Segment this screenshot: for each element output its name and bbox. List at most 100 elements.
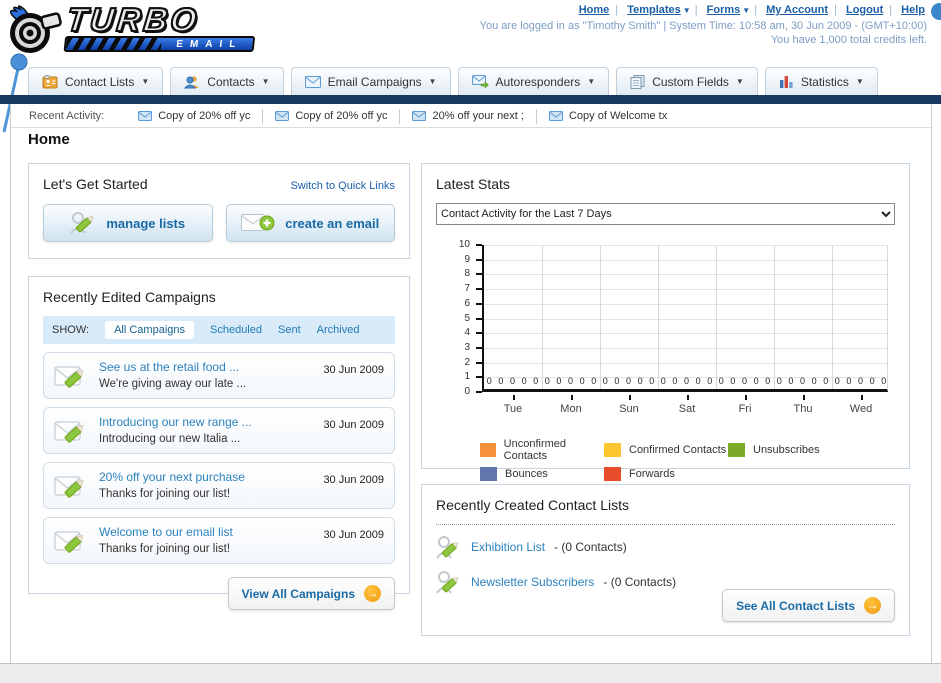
campaign-title[interactable]: Introducing our new range ... [99, 415, 252, 429]
zero-value-label: 0 [614, 376, 620, 386]
create-email-button[interactable]: create an email [225, 204, 395, 242]
zero-value-label: 0 [823, 376, 829, 386]
zero-value-label: 0 [672, 376, 678, 386]
zero-value-label: 0 [486, 376, 492, 386]
dotted-divider [436, 524, 895, 525]
zero-value-label: 0 [846, 376, 852, 386]
y-axis-tick [476, 361, 482, 364]
campaign-row[interactable]: Introducing our new range ... Introducin… [43, 407, 395, 454]
logo-stripes [65, 38, 163, 50]
manage-lists-button[interactable]: manage lists [43, 204, 213, 242]
contact-list-name[interactable]: Newsletter Subscribers [471, 575, 594, 589]
gridline [484, 347, 887, 349]
chart-plot-area: 00000000000000000000000000000000000 [482, 245, 888, 392]
legend-swatch [480, 467, 497, 481]
legend-item: Confirmed Contacts [604, 438, 728, 462]
contact-lists-panel: Recently Created Contact Lists Exhibitio… [421, 484, 910, 636]
gridline [484, 289, 887, 291]
tab-custom-fields[interactable]: Custom Fields ▼ [616, 67, 758, 95]
tab-contact-lists[interactable]: Contact Lists ▼ [28, 67, 164, 95]
switch-quick-links[interactable]: Switch to Quick Links [290, 180, 395, 192]
legend-label: Unsubscribes [753, 444, 820, 456]
recent-activity-item[interactable]: 20% off your next ; [400, 108, 537, 124]
contact-lists-title: Recently Created Contact Lists [436, 497, 629, 513]
filter-scheduled[interactable]: Scheduled [210, 324, 262, 336]
tab-email-campaigns[interactable]: Email Campaigns ▼ [290, 67, 451, 95]
campaign-row[interactable]: See us at the retail food ... We're givi… [43, 352, 395, 399]
filter-all-campaigns[interactable]: All Campaigns [105, 321, 194, 339]
stats-report-select[interactable]: Contact Activity for the Last 7 Days [436, 203, 895, 225]
y-axis-tick [476, 288, 482, 291]
y-axis-tick-label: 9 [464, 253, 470, 265]
tab-statistics[interactable]: Statistics ▼ [764, 67, 878, 95]
campaign-title[interactable]: See us at the retail food ... [99, 360, 239, 374]
envelope-icon [138, 111, 153, 121]
turbo-email-logo[interactable]: TURBO EMAIL [6, 0, 256, 57]
nav-logout-link[interactable]: Logout [846, 4, 883, 16]
nav-home-link[interactable]: Home [579, 4, 610, 16]
y-axis-tick-label: 3 [464, 341, 470, 353]
x-axis-tick-label: Tue [503, 403, 523, 415]
recent-activity-item[interactable]: Copy of Welcome tx [537, 109, 679, 124]
y-axis-tick [476, 376, 482, 379]
zero-value-label: 0 [498, 376, 504, 386]
zero-value-label: 0 [684, 376, 690, 386]
x-axis-tick-label: Sat [678, 403, 696, 415]
y-axis-tick [476, 317, 482, 320]
campaign-subtitle: Thanks for joining our list! [99, 488, 231, 500]
gridline [484, 303, 887, 305]
y-axis-tick-label: 1 [464, 371, 470, 383]
credits-info: You have 1,000 total credits left. [770, 34, 927, 46]
campaign-row[interactable]: Welcome to our email list Thanks for joi… [43, 517, 395, 564]
zero-value-label: 0 [637, 376, 643, 386]
footer-strip [0, 663, 941, 683]
zero-value-label: 0 [800, 376, 806, 386]
legend-swatch [604, 443, 621, 457]
nav-my-account-link[interactable]: My Account [766, 4, 828, 16]
zero-value-label: 0 [881, 376, 887, 386]
filter-sent[interactable]: Sent [278, 324, 301, 336]
gridline [774, 245, 775, 389]
person-pencil-icon [436, 571, 459, 594]
campaign-row[interactable]: 20% off your next purchase Thanks for jo… [43, 462, 395, 509]
zero-value-label: 0 [707, 376, 713, 386]
contact-list-name[interactable]: Exhibition List [471, 540, 545, 554]
nav-forms-link[interactable]: Forms [707, 4, 741, 16]
top-nav: Home | Templates ▼ | Forms ▼ | My Account | Lo… [578, 4, 925, 16]
x-axis-tick-label: Mon [560, 403, 582, 415]
view-all-campaigns-button[interactable]: View All Campaigns → [227, 577, 395, 610]
show-label: SHOW: [52, 324, 90, 336]
campaigns-panel: Recently Edited Campaigns SHOW: All Camp… [28, 276, 410, 610]
tab-autoresponders[interactable]: Autoresponders ▼ [457, 67, 610, 95]
filter-archived[interactable]: Archived [317, 324, 360, 336]
contact-list-row[interactable]: Exhibition List - (0 Contacts) [436, 534, 895, 560]
legend-item: Forwards [604, 467, 728, 481]
campaign-title[interactable]: 20% off your next purchase [99, 470, 245, 484]
campaigns-title: Recently Edited Campaigns [43, 289, 216, 305]
zero-value-label: 0 [544, 376, 550, 386]
zero-value-label: 0 [788, 376, 794, 386]
zero-value-label: 0 [765, 376, 771, 386]
x-axis-tick [687, 395, 689, 400]
zero-value-label: 0 [533, 376, 539, 386]
campaign-title[interactable]: Welcome to our email list [99, 525, 233, 539]
chart-legend: Unconfirmed Contacts Confirmed Contacts Un… [480, 438, 895, 481]
campaign-date: 30 Jun 2009 [323, 419, 384, 431]
nav-templates-link[interactable]: Templates [627, 4, 681, 16]
see-all-contact-lists-button[interactable]: See All Contact Lists → [722, 589, 895, 622]
zero-value-label: 0 [869, 376, 875, 386]
y-axis-tick [476, 244, 482, 246]
chevron-down-icon: ▼ [682, 6, 691, 15]
legend-item: Bounces [480, 467, 604, 481]
envelope-plus-icon [241, 214, 275, 231]
nav-help-link[interactable]: Help [901, 4, 925, 16]
recent-activity-item[interactable]: Copy of 20% off yc [126, 108, 264, 124]
zero-value-label: 0 [742, 376, 748, 386]
tab-contacts[interactable]: Contacts ▼ [170, 67, 284, 95]
recent-activity-item[interactable]: Copy of 20% off yc [263, 108, 401, 124]
legend-item: Unconfirmed Contacts [480, 438, 604, 462]
get-started-panel: Let's Get Started Switch to Quick Links … [28, 163, 410, 259]
gridline [484, 362, 887, 364]
gridline [484, 245, 887, 246]
gridline [716, 245, 717, 389]
